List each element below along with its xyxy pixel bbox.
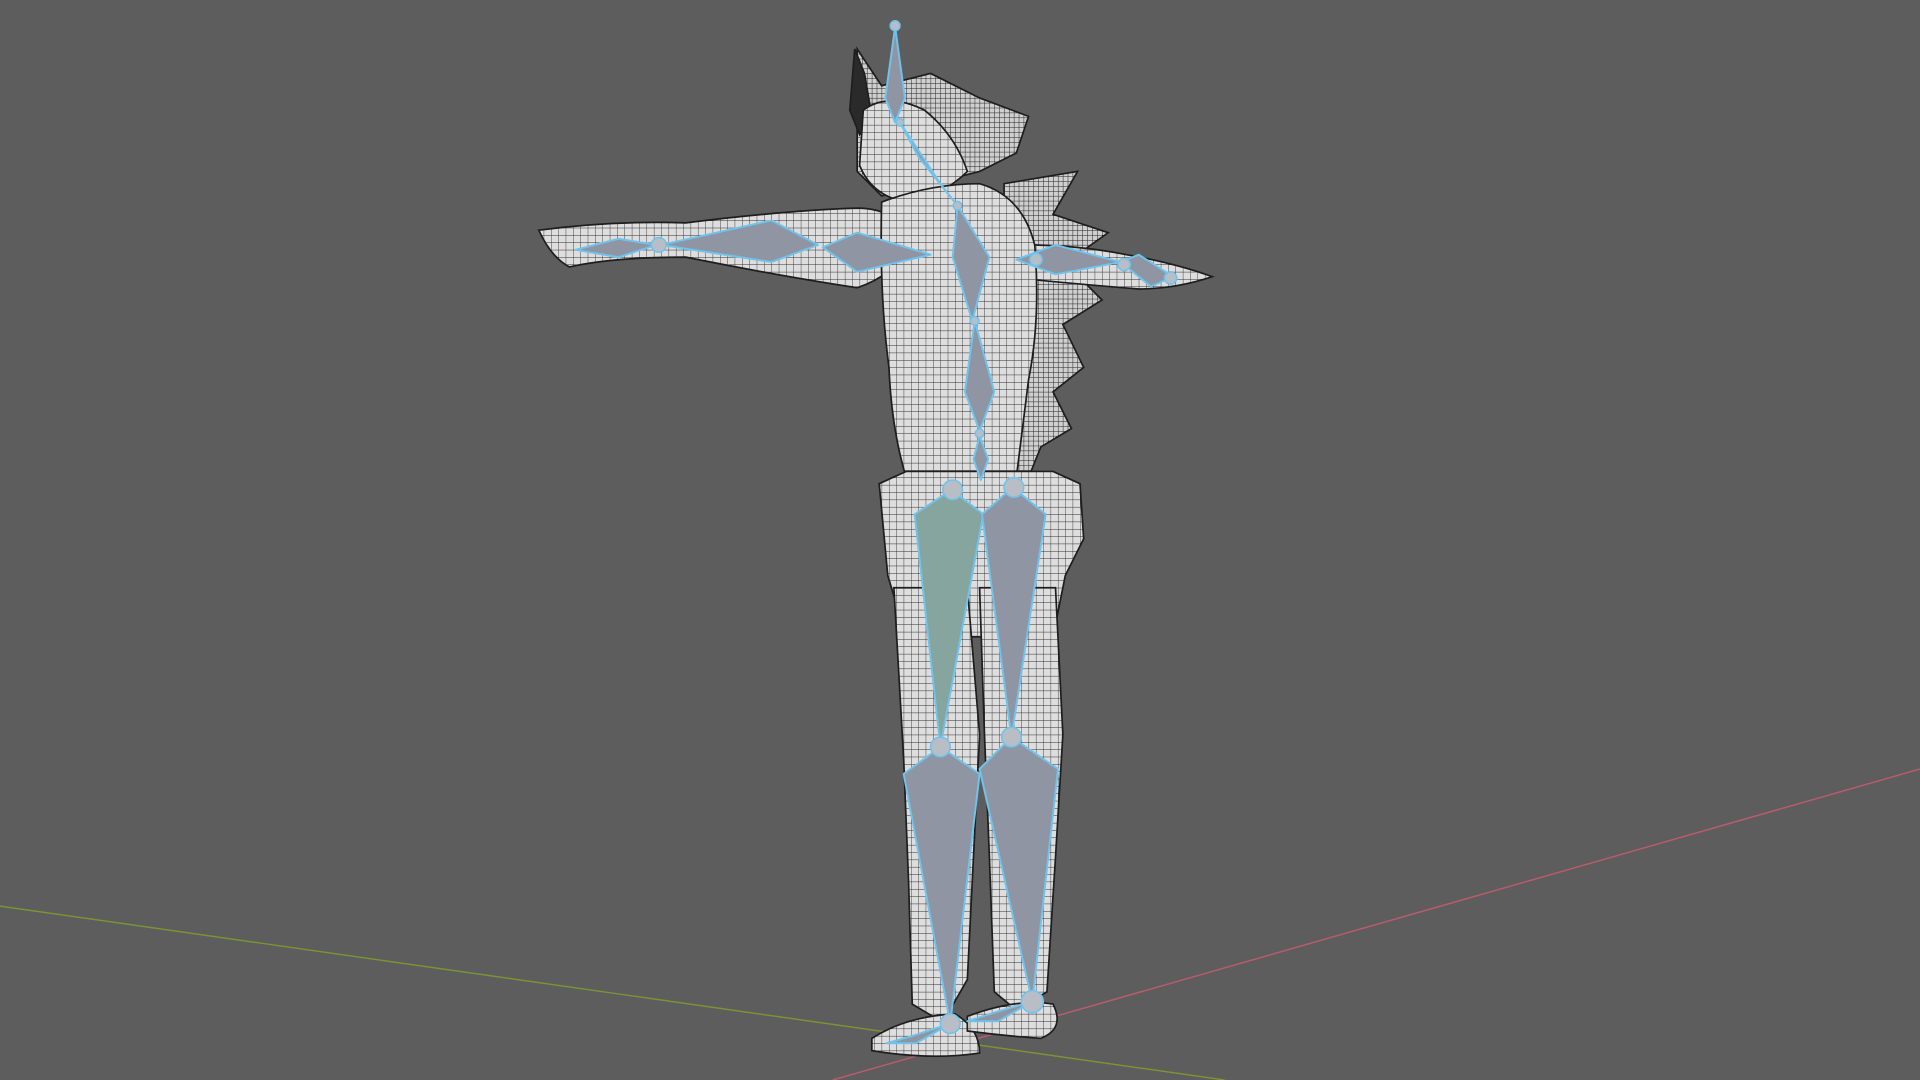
joint-ankle-right[interactable] — [1020, 989, 1045, 1014]
joint-elbow-right[interactable] — [1117, 257, 1131, 272]
joint-knee-left[interactable] — [929, 736, 951, 758]
character-mesh[interactable] — [537, 46, 1215, 1058]
joint-head-tip[interactable] — [889, 20, 901, 32]
joint-hand-left[interactable] — [650, 236, 667, 254]
joint-chest[interactable] — [952, 200, 963, 211]
joint-hip-left[interactable] — [942, 479, 964, 501]
joint-shoulder-right[interactable] — [1029, 252, 1043, 267]
joint-hip-right[interactable] — [1003, 476, 1025, 498]
joint-wrist-right[interactable] — [1163, 271, 1178, 285]
joint-ankle-left[interactable] — [939, 1013, 961, 1035]
joint-spine[interactable] — [969, 315, 980, 326]
joint-neck[interactable] — [895, 117, 905, 127]
3d-viewport[interactable] — [0, 0, 1920, 1080]
viewport-scene[interactable] — [0, 0, 1920, 1080]
joint-knee-right[interactable] — [1000, 726, 1023, 748]
joint-pelvis[interactable] — [974, 428, 985, 439]
